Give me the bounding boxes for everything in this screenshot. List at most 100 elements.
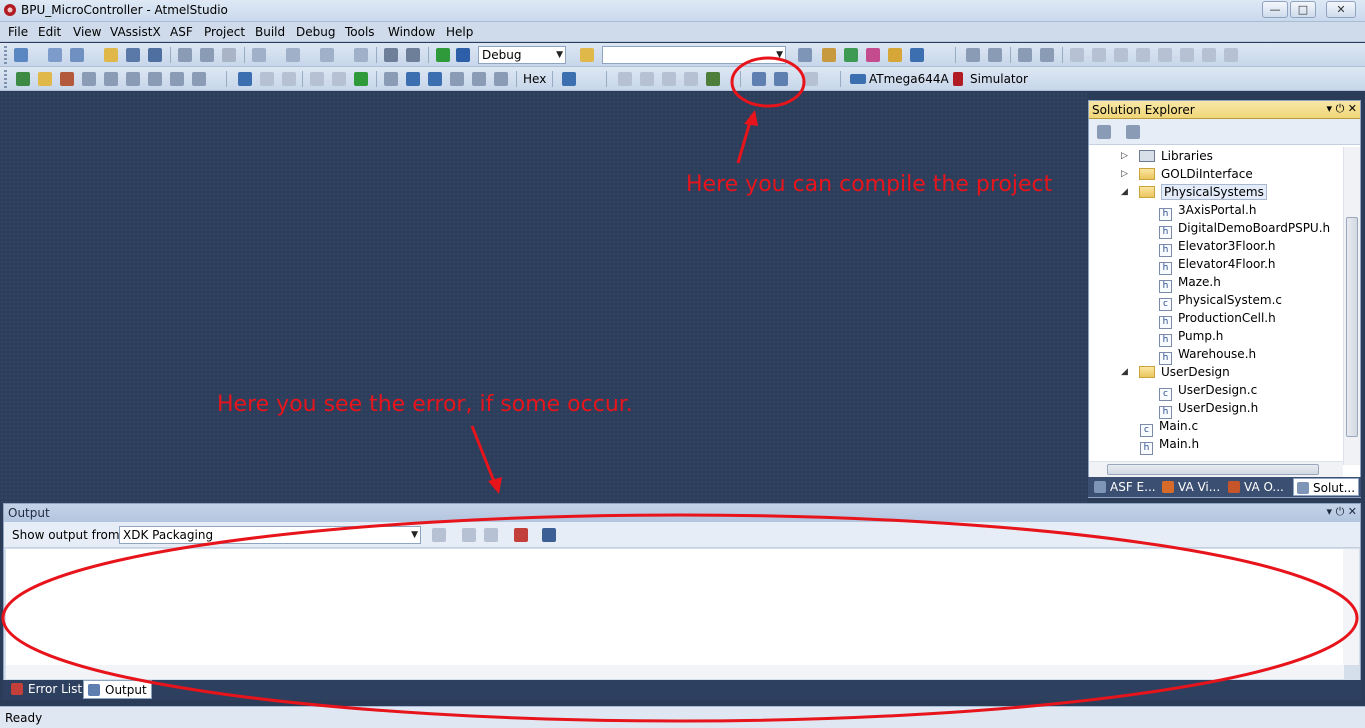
menu-tools[interactable]: Tools (345, 25, 375, 39)
uncomment-icon[interactable] (1040, 48, 1054, 62)
previous-bookmark-icon[interactable] (1092, 48, 1106, 62)
cut-icon[interactable] (178, 48, 192, 62)
horizontal-scrollbar[interactable] (1089, 461, 1343, 477)
configuration-select[interactable]: Debug ▼ (478, 46, 566, 64)
pin-icon[interactable]: ⏻ (1336, 102, 1345, 115)
start-without-debugging-icon[interactable] (436, 48, 450, 62)
tool-icon[interactable] (82, 72, 96, 86)
tree-item-file[interactable]: h Warehouse.h (1159, 345, 1256, 365)
restart-icon[interactable] (260, 72, 274, 86)
new-project-icon[interactable] (14, 48, 28, 62)
menu-build[interactable]: Build (255, 25, 285, 39)
properties-icon[interactable] (844, 48, 858, 62)
find-in-files-icon[interactable] (798, 48, 812, 62)
processor-icon[interactable] (662, 72, 676, 86)
tree-item-file[interactable]: h Elevator3Floor.h (1159, 237, 1276, 257)
find-message-icon[interactable] (432, 528, 446, 542)
decrease-indent-icon[interactable] (966, 48, 980, 62)
break-all-icon[interactable] (238, 72, 252, 86)
menu-file[interactable]: File (8, 25, 28, 39)
copy-icon[interactable] (200, 48, 214, 62)
previous-message-icon[interactable] (462, 528, 476, 542)
toolbar-grip[interactable] (4, 46, 7, 64)
previous-bookmark-document-icon[interactable] (1180, 48, 1194, 62)
collapse-icon[interactable]: ◢ (1121, 363, 1128, 381)
format-icon[interactable] (192, 72, 206, 86)
toolbox-icon[interactable] (866, 48, 880, 62)
add-item-icon[interactable] (48, 48, 62, 62)
navigate-forward-icon[interactable] (354, 48, 368, 62)
menu-vassistx[interactable]: VAssistX (110, 25, 161, 39)
tree-item-file[interactable]: h Maze.h (1159, 273, 1221, 293)
tree-item-file[interactable]: h ProductionCell.h (1159, 309, 1276, 329)
device-label[interactable]: ATmega644A (869, 72, 949, 86)
tab-output[interactable]: Output (83, 680, 152, 699)
continue-icon[interactable] (354, 72, 368, 86)
tree-item-goldiinterface[interactable]: ▷ GOLDiInterface (1121, 165, 1253, 183)
cancel-build-icon[interactable] (804, 72, 818, 86)
tree-item-file[interactable]: h Elevator4Floor.h (1159, 255, 1276, 275)
find-combo[interactable]: ▼ (602, 46, 786, 64)
open-icon[interactable] (104, 48, 118, 62)
settings-icon[interactable] (104, 72, 118, 86)
menu-view[interactable]: View (73, 25, 101, 39)
pause-icon[interactable] (332, 72, 346, 86)
show-all-files-icon[interactable] (1126, 125, 1140, 139)
expand-icon[interactable]: ▷ (1121, 147, 1128, 165)
menu-debug[interactable]: Debug (296, 25, 335, 39)
next-bookmark-icon[interactable] (1114, 48, 1128, 62)
build-solution-icon[interactable] (752, 72, 766, 86)
stop-debugging-icon[interactable] (282, 72, 296, 86)
vertical-scrollbar[interactable] (1343, 549, 1359, 665)
increase-indent-icon[interactable] (988, 48, 1002, 62)
next-bookmark-document-icon[interactable] (1202, 48, 1216, 62)
tree-item-file[interactable]: c Main.c (1140, 417, 1198, 437)
rebuild-solution-icon[interactable] (774, 72, 788, 86)
add-existing-icon[interactable] (70, 48, 84, 62)
tree-item-file[interactable]: h Main.h (1140, 435, 1199, 455)
menu-help[interactable]: Help (446, 25, 473, 39)
maximize-button[interactable]: □ (1290, 1, 1316, 18)
expand-icon[interactable]: ▷ (1121, 165, 1128, 183)
memory-icon[interactable] (494, 72, 508, 86)
watch-icon[interactable] (472, 72, 486, 86)
save-icon[interactable] (126, 48, 140, 62)
disassembly-icon[interactable] (618, 72, 632, 86)
tab-va-outline[interactable]: VA O... (1228, 478, 1284, 496)
tab-solution-explorer[interactable]: Solut... (1293, 478, 1360, 496)
tree-item-userdesign[interactable]: ◢ UserDesign (1121, 363, 1230, 381)
menu-window[interactable]: Window (388, 25, 435, 39)
navigate-backward-icon[interactable] (320, 48, 334, 62)
bookmark-icon[interactable] (1070, 48, 1084, 62)
start-debugging-icon[interactable] (456, 48, 470, 62)
collapse-icon[interactable]: ◢ (1121, 183, 1128, 201)
hex-toggle[interactable]: Hex (523, 72, 546, 86)
tab-asf-explorer[interactable]: ASF E... (1094, 478, 1156, 496)
io-view-icon[interactable] (684, 72, 698, 86)
scroll-thumb[interactable] (1346, 217, 1358, 437)
solution-explorer-icon[interactable] (822, 48, 836, 62)
code-icon[interactable] (148, 72, 162, 86)
horizontal-scrollbar[interactable] (6, 665, 1344, 679)
save-all-icon[interactable] (148, 48, 162, 62)
tab-error-list[interactable]: Error List (7, 680, 86, 699)
step-over-icon[interactable] (384, 72, 398, 86)
scroll-thumb[interactable] (1107, 464, 1319, 475)
tree-item-file[interactable]: h DigitalDemoBoardPSPU.h (1159, 219, 1330, 239)
device-programming-icon[interactable] (60, 72, 74, 86)
tree-item-file[interactable]: c UserDesign.c (1159, 381, 1257, 401)
step-out-icon[interactable] (406, 72, 420, 86)
menu-asf[interactable]: ASF (170, 25, 193, 39)
tree-item-file[interactable]: h UserDesign.h (1159, 399, 1258, 419)
tool-label[interactable]: Simulator (970, 72, 1028, 86)
tree-item-file[interactable]: h Pump.h (1159, 327, 1223, 347)
tab-va-view[interactable]: VA Vi... (1162, 478, 1220, 496)
minimize-button[interactable]: — (1262, 1, 1288, 18)
pin-icon[interactable]: ⏻ (1336, 505, 1345, 518)
menu-project[interactable]: Project (204, 25, 245, 39)
attach-icon[interactable] (126, 72, 140, 86)
toolbar-grip[interactable] (4, 70, 7, 88)
clear-all-icon[interactable] (514, 528, 528, 542)
tree-item-file[interactable]: c PhysicalSystem.c (1159, 291, 1282, 311)
previous-bookmark-folder-icon[interactable] (1136, 48, 1150, 62)
